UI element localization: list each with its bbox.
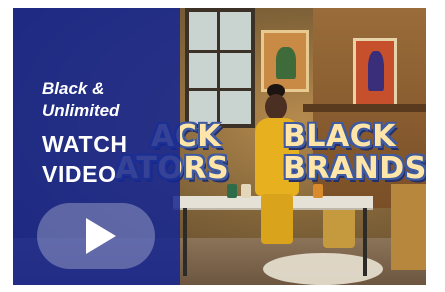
play-button[interactable] xyxy=(37,203,155,269)
video-subtitle: Black & Unlimited xyxy=(42,78,119,122)
subtitle-line: Black & xyxy=(42,79,105,98)
painted-figure xyxy=(368,51,384,91)
video-card[interactable]: ACK ATORS BLACK BRANDS Black & Unlimited… xyxy=(13,8,426,285)
wooden-crate xyxy=(391,184,426,270)
product-jar xyxy=(227,184,237,198)
person-head xyxy=(265,94,287,120)
studio-window xyxy=(185,8,255,128)
cta-line: VIDEO xyxy=(42,161,117,187)
table-leg xyxy=(183,208,187,276)
scene-headline-right-line: BLACK xyxy=(283,119,396,154)
watch-video-label[interactable]: WATCH VIDEO xyxy=(42,129,128,189)
product-jar xyxy=(313,184,323,198)
person-legs xyxy=(261,194,293,244)
table-leg xyxy=(363,208,367,276)
wall-painting-figure xyxy=(353,38,397,108)
wall-painting-plant xyxy=(261,30,309,92)
subtitle-line: Unlimited xyxy=(42,101,120,120)
play-icon xyxy=(86,218,116,254)
wall-shelf xyxy=(303,104,426,112)
painted-plant xyxy=(276,47,296,79)
product-jar xyxy=(241,184,251,198)
scene-headline-right-line: BRANDS xyxy=(283,151,426,186)
scene-headline-right: BLACK BRANDS xyxy=(283,121,426,185)
studio-chair xyxy=(323,204,355,248)
overlay-panel: Black & Unlimited WATCH VIDEO xyxy=(13,8,180,285)
cta-line: WATCH xyxy=(42,131,128,157)
